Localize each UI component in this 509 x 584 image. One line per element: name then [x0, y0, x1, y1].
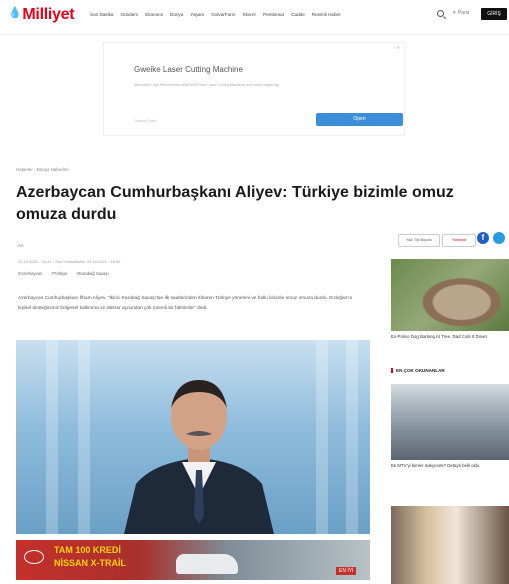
login-button[interactable]: GİRİŞ: [481, 8, 507, 20]
nissan-banner-ad[interactable]: TAM 100 KREDİ NİSSAN X-TRAİL EN İYİ: [16, 540, 370, 580]
ad-title[interactable]: Gweike Laser Cutting Machine: [134, 65, 243, 74]
search-icon[interactable]: [437, 10, 444, 17]
tag-link[interactable]: #Türkiye: [51, 271, 67, 276]
nav-item-7[interactable]: Pembenar: [263, 12, 284, 17]
nissan-logo-icon: [24, 550, 44, 564]
article-title: Azerbaycan Cumhurbaşkanı Aliyev: Türkiye…: [16, 184, 454, 223]
person-photo: [124, 380, 274, 534]
breadcrumb[interactable]: Haberler › Dünya Haberleri: [16, 167, 68, 172]
nav-item-son-dakika[interactable]: Son Dakika: [90, 12, 114, 17]
weather-city: Paris: [457, 10, 470, 16]
nav-item-dunya[interactable]: Dünya: [170, 12, 183, 17]
most-read-image[interactable]: [391, 384, 509, 460]
tag-link[interactable]: #Karabağ Savaşı: [77, 271, 109, 276]
nav-item-8[interactable]: Cadde: [291, 12, 305, 17]
twitter-icon[interactable]: [493, 232, 505, 244]
banner-tag: EN İYİ: [336, 567, 357, 575]
main-nav: Son Dakika Gündem Ekonomi Dünya Yaşam Go…: [90, 12, 341, 17]
ad-info-icon[interactable]: i ✕: [395, 45, 400, 50]
weather-widget[interactable]: ☀ Paris: [452, 10, 469, 16]
comments-button[interactable]: Yorumlar: [442, 234, 476, 247]
article-author: AA: [18, 243, 24, 248]
tag-link[interactable]: #Azerbaycan: [18, 271, 42, 276]
site-header: 💧Milliyet Son Dakika Gündem Ekonomi Düny…: [0, 0, 509, 35]
sidebar-photo-ad[interactable]: [391, 506, 509, 584]
nav-item-9[interactable]: Resimli Haber: [312, 12, 341, 17]
ad-box[interactable]: i ✕ Gweike Laser Cutting Machine Afforda…: [103, 42, 405, 136]
most-read-caption[interactable]: Ek MTV'yi kimler ödeyecek? Detaylı belli…: [391, 463, 509, 469]
nav-item-5[interactable]: GolvarFarm: [211, 12, 235, 17]
article-tags: #Azerbaycan #Türkiye #Karabağ Savaşı: [18, 271, 109, 276]
sidebar-news-caption[interactable]: Ex-Police Dog Barking At Tree, Dad Cuts …: [391, 334, 509, 340]
nav-item-6[interactable]: Skorer: [243, 12, 257, 17]
sidebar-news-image[interactable]: [391, 259, 509, 331]
banner-line-2: NİSSAN X-TRAİL: [54, 558, 126, 568]
article-hero-image: [16, 340, 370, 534]
font-size-button[interactable]: Yazı Tipi Boyutu: [398, 234, 440, 247]
ad-site: Gweike Cloud: [134, 119, 157, 123]
site-logo[interactable]: 💧Milliyet: [8, 6, 75, 24]
nav-item-gundem[interactable]: Gündem: [121, 12, 139, 17]
facebook-icon[interactable]: f: [477, 232, 489, 244]
ad-description: Affordable High-Performance 60W/40W Fibe…: [134, 83, 279, 87]
nav-item-ekonomi[interactable]: Ekonomi: [145, 12, 163, 17]
nav-item-yasam[interactable]: Yaşam: [190, 12, 204, 17]
ad-open-button[interactable]: Open: [316, 113, 403, 126]
article-summary: Azerbaycan Cumhurbaşkanı İlham Aliyev, "…: [18, 296, 353, 311]
article-dates: 10.10.2021 - 16:41 - Son Güncelleme: 10.…: [18, 259, 121, 264]
car-image: [176, 554, 238, 574]
banner-line-1: TAM 100 KREDİ: [54, 545, 121, 555]
logo-text: Milliyet: [22, 6, 75, 23]
most-read-heading: EN ÇOK OKUNANLAR: [391, 368, 445, 373]
